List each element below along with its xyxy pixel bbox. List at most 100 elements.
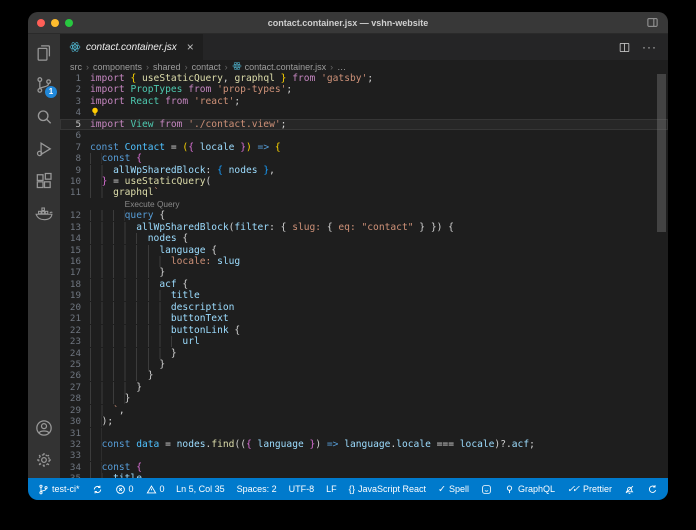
breadcrumb-item[interactable]: … bbox=[337, 62, 346, 72]
code-line[interactable]: 4 bbox=[60, 107, 668, 118]
minimize-window-button[interactable] bbox=[51, 19, 59, 27]
activity-explorer[interactable] bbox=[28, 37, 60, 69]
status-notifications-dnd[interactable] bbox=[624, 484, 635, 495]
code-editor[interactable]: 1import { useStaticQuery, graphql } from… bbox=[60, 73, 668, 478]
activity-source-control[interactable]: 1 bbox=[28, 69, 60, 101]
branch-icon bbox=[38, 484, 49, 495]
braces-icon: {} bbox=[349, 484, 355, 495]
code-line[interactable]: 20 description bbox=[60, 302, 668, 313]
line-number: 21 bbox=[60, 313, 90, 324]
status-encoding[interactable]: UTF-8 bbox=[289, 484, 315, 494]
breadcrumb-separator: › bbox=[86, 62, 89, 72]
code-line[interactable]: 2import PropTypes from 'prop-types'; bbox=[60, 84, 668, 95]
code-line[interactable]: 18 acf { bbox=[60, 279, 668, 290]
source-control-badge: 1 bbox=[45, 86, 57, 98]
code-line[interactable]: 27 } bbox=[60, 382, 668, 393]
breadcrumb-separator: › bbox=[146, 62, 149, 72]
breadcrumb-item[interactable]: contact.container.jsx bbox=[232, 61, 327, 73]
code-line[interactable]: 30 ); bbox=[60, 416, 668, 427]
status-eol[interactable]: LF bbox=[326, 484, 337, 494]
line-number: 14 bbox=[60, 233, 90, 244]
code-line[interactable]: 25 } bbox=[60, 359, 668, 370]
code-line[interactable]: 10 } = useStaticQuery( bbox=[60, 176, 668, 187]
code-line[interactable]: 1import { useStaticQuery, graphql } from… bbox=[60, 73, 668, 84]
code-line[interactable]: 21 buttonText bbox=[60, 313, 668, 324]
line-number: 12 bbox=[60, 210, 90, 221]
quickfix-lightbulb-icon[interactable] bbox=[90, 107, 100, 117]
code-line[interactable]: 17 } bbox=[60, 267, 668, 278]
breadcrumb-item[interactable]: components bbox=[93, 62, 142, 72]
zoom-window-button[interactable] bbox=[65, 19, 73, 27]
status-spell[interactable]: ✓Spell bbox=[438, 484, 469, 495]
code-line[interactable]: 15 language { bbox=[60, 245, 668, 256]
split-editor-icon[interactable] bbox=[618, 41, 631, 54]
line-number: 32 bbox=[60, 439, 90, 450]
code-line[interactable]: 24 } bbox=[60, 348, 668, 359]
status-sync[interactable] bbox=[92, 484, 103, 495]
code-line[interactable]: 3import React from 'react'; bbox=[60, 96, 668, 107]
status-cursor-position[interactable]: Ln 5, Col 35 bbox=[176, 484, 225, 494]
status-problems-errors[interactable]: 0 bbox=[115, 484, 134, 495]
activity-docker[interactable] bbox=[28, 197, 60, 229]
scrollbar-thumb[interactable] bbox=[657, 74, 666, 232]
code-line[interactable]: 13 allWpSharedBlock(filter: { slug: { eq… bbox=[60, 222, 668, 233]
status-indentation[interactable]: Spaces: 2 bbox=[237, 484, 277, 494]
line-number: 19 bbox=[60, 290, 90, 301]
breadcrumb-item[interactable]: shared bbox=[153, 62, 181, 72]
code-line[interactable]: 14 nodes { bbox=[60, 233, 668, 244]
code-line[interactable]: 5import View from './contact.view'; bbox=[60, 119, 668, 130]
breadcrumb-item[interactable]: contact bbox=[192, 62, 221, 72]
code-line[interactable]: 16 locale: slug bbox=[60, 256, 668, 267]
close-tab-icon[interactable]: × bbox=[187, 41, 194, 53]
code-line[interactable]: 23 url bbox=[60, 336, 668, 347]
code-line[interactable]: 9 allWpSharedBlock: { nodes }, bbox=[60, 165, 668, 176]
code-line[interactable]: 7const Contact = ({ locale }) => { bbox=[60, 142, 668, 153]
status-refresh[interactable] bbox=[647, 484, 658, 495]
code-line[interactable]: 31 bbox=[60, 428, 668, 439]
activity-account[interactable] bbox=[28, 412, 60, 444]
code-line[interactable]: 12 query { bbox=[60, 210, 668, 221]
code-line[interactable]: 32 const data = nodes.find(({ language }… bbox=[60, 439, 668, 450]
code-line[interactable]: 35 title, bbox=[60, 473, 668, 478]
tab-contact-container-jsx[interactable]: contact.container.jsx × bbox=[60, 34, 204, 60]
status-branch[interactable]: test-ci* bbox=[38, 484, 80, 495]
status-feedback-smiley[interactable] bbox=[481, 484, 492, 495]
line-number: 33 bbox=[60, 450, 90, 461]
code-line[interactable]: 28 } bbox=[60, 393, 668, 404]
codelens-row[interactable]: Execute Query bbox=[60, 199, 668, 210]
status-language-mode[interactable]: {}JavaScript React bbox=[349, 484, 426, 495]
code-line[interactable]: 8 const { bbox=[60, 153, 668, 164]
status-graphql[interactable]: GraphQL bbox=[504, 484, 555, 495]
layout-control-icon[interactable] bbox=[646, 16, 659, 29]
breadcrumb-item[interactable]: src bbox=[70, 62, 82, 72]
titlebar[interactable]: contact.container.jsx — vshn-website bbox=[28, 12, 668, 34]
line-number: 9 bbox=[60, 165, 90, 176]
code-line[interactable]: 22 buttonLink { bbox=[60, 325, 668, 336]
more-actions-icon[interactable]: ··· bbox=[642, 38, 657, 56]
close-window-button[interactable] bbox=[37, 19, 45, 27]
line-number: 1 bbox=[60, 73, 90, 84]
code-line[interactable]: 33 bbox=[60, 450, 668, 461]
desktop-background: contact.container.jsx — vshn-website 1 c… bbox=[0, 0, 696, 530]
code-line[interactable]: 34 const { bbox=[60, 462, 668, 473]
react-icon bbox=[69, 41, 81, 53]
warning-icon bbox=[146, 484, 157, 495]
double-check-icon: ✓✓ bbox=[567, 484, 580, 495]
codelens-label[interactable]: Execute Query bbox=[125, 199, 180, 209]
line-number: 31 bbox=[60, 428, 90, 439]
activity-search[interactable] bbox=[28, 101, 60, 133]
code-line[interactable]: 29 `, bbox=[60, 405, 668, 416]
activity-extensions[interactable] bbox=[28, 165, 60, 197]
code-line[interactable]: 11 graphql` bbox=[60, 187, 668, 198]
react-icon bbox=[232, 61, 242, 73]
status-problems-warnings[interactable]: 0 bbox=[146, 484, 165, 495]
line-number: 27 bbox=[60, 382, 90, 393]
status-prettier[interactable]: ✓✓Prettier bbox=[567, 484, 612, 495]
line-number: 13 bbox=[60, 222, 90, 233]
activity-settings[interactable] bbox=[28, 444, 60, 476]
activity-run-debug[interactable] bbox=[28, 133, 60, 165]
code-line[interactable]: 19 title bbox=[60, 290, 668, 301]
code-line[interactable]: 26 } bbox=[60, 370, 668, 381]
code-line[interactable]: 6 bbox=[60, 130, 668, 141]
line-number: 23 bbox=[60, 336, 90, 347]
